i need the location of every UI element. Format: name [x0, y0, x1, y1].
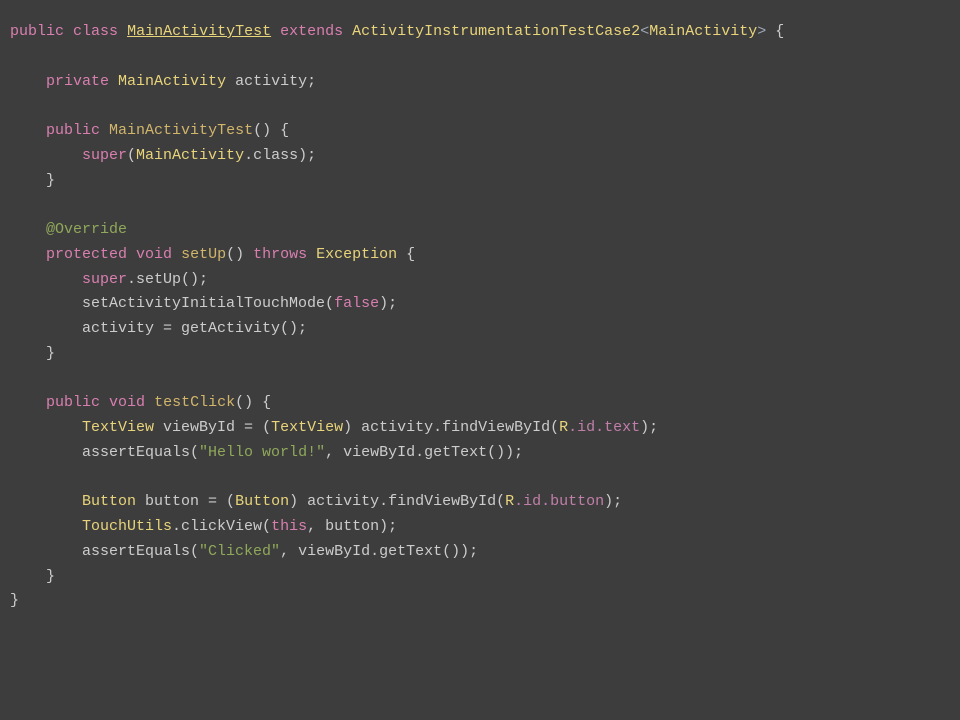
assert-equals: assertEquals( [82, 444, 199, 461]
brace-close: } [46, 172, 55, 189]
keyword-protected: protected [46, 246, 127, 263]
method-testclick: testClick [154, 394, 235, 411]
cast-button: Button [235, 493, 289, 510]
brace-close: } [46, 345, 55, 362]
string-hello: "Hello world!" [199, 444, 325, 461]
clickview-call: .clickView( [172, 518, 271, 535]
generic-close: > [757, 23, 766, 40]
generic-type: MainActivity [649, 23, 757, 40]
keyword-super: super [82, 271, 127, 288]
keyword-class: class [73, 23, 118, 40]
r-class-2: R [505, 493, 514, 510]
textview-type: TextView [82, 419, 154, 436]
keyword-public: public [46, 122, 100, 139]
line-end: ); [640, 419, 658, 436]
class-suffix: .class); [244, 147, 316, 164]
cast-textview: TextView [271, 419, 343, 436]
button-type: Button [82, 493, 136, 510]
findviewbyid: ) activity.findViewById( [343, 419, 559, 436]
var-viewbyid: viewById = ( [163, 419, 271, 436]
keyword-public: public [10, 23, 64, 40]
code-block: public class MainActivityTest extends Ac… [0, 0, 960, 624]
exception-type: Exception [316, 246, 397, 263]
assert-rest: , viewById.getText()); [325, 444, 523, 461]
method-setup: setUp [181, 246, 226, 263]
field-name: activity; [235, 73, 316, 90]
keyword-throws: throws [253, 246, 307, 263]
keyword-this: this [271, 518, 307, 535]
assert-rest-2: , viewById.getText()); [280, 543, 478, 560]
touchutils-class: TouchUtils [82, 518, 172, 535]
keyword-void: void [136, 246, 172, 263]
annotation-override: @Override [46, 221, 127, 238]
super-setup-call: .setUp(); [127, 271, 208, 288]
super-class: ActivityInstrumentationTestCase2 [352, 23, 640, 40]
generic-open: < [640, 23, 649, 40]
clickview-rest: , button); [307, 518, 397, 535]
keyword-public: public [46, 394, 100, 411]
assert-equals-2: assertEquals( [82, 543, 199, 560]
string-clicked: "Clicked" [199, 543, 280, 560]
field-type: MainActivity [118, 73, 226, 90]
r-id-button: .id.button [514, 493, 604, 510]
class-arg: MainActivity [136, 147, 244, 164]
method-rest: () { [235, 394, 271, 411]
set-touch-mode: setActivityInitialTouchMode( [82, 295, 334, 312]
keyword-private: private [46, 73, 109, 90]
line-end-2: ); [604, 493, 622, 510]
brace-open: { [397, 246, 415, 263]
r-id-text: .id.text [568, 419, 640, 436]
findviewbyid-button: ) activity.findViewById( [289, 493, 505, 510]
call-end: ); [379, 295, 397, 312]
keyword-super: super [82, 147, 127, 164]
ctor-params: () { [253, 122, 289, 139]
literal-false: false [334, 295, 379, 312]
keyword-extends: extends [280, 23, 343, 40]
r-class: R [559, 419, 568, 436]
brace-close-method: } [46, 568, 55, 585]
keyword-void: void [109, 394, 145, 411]
parens: () [226, 246, 244, 263]
get-activity: activity = getActivity(); [82, 320, 307, 337]
constructor-name: MainActivityTest [109, 122, 253, 139]
class-name: MainActivityTest [127, 23, 271, 40]
brace-open: { [766, 23, 784, 40]
brace-close-class: } [10, 592, 19, 609]
paren-open: ( [127, 147, 136, 164]
var-button: button = ( [145, 493, 235, 510]
